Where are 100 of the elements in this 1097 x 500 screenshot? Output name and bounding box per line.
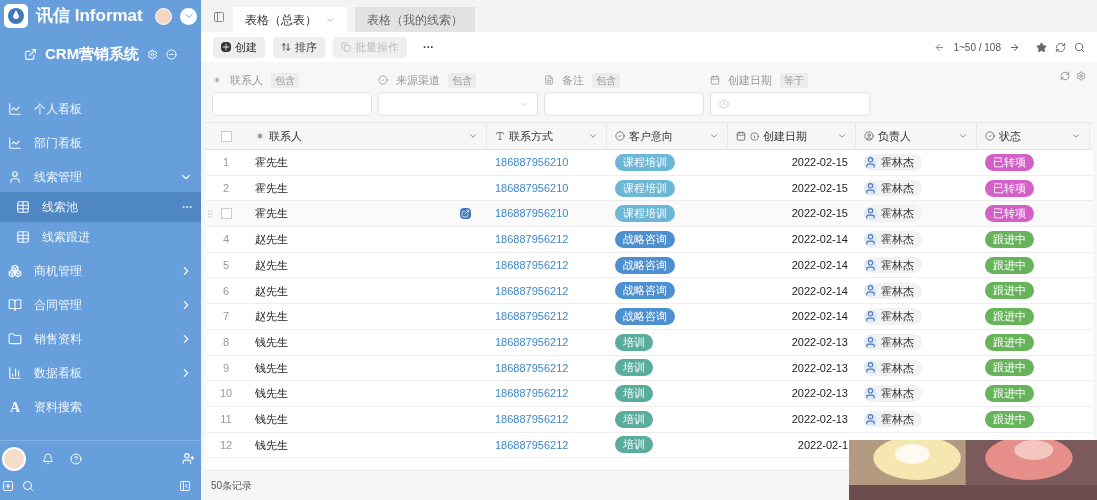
column-header[interactable]: 客户意向 bbox=[607, 123, 728, 149]
phone-link[interactable]: 186887956212 bbox=[495, 308, 569, 325]
phone-link[interactable]: 186887956212 bbox=[495, 282, 569, 300]
operator-tag[interactable]: 等于 bbox=[780, 72, 808, 88]
operator-tag[interactable]: 包含 bbox=[592, 72, 620, 88]
caret-icon[interactable] bbox=[1071, 131, 1081, 141]
phone-link[interactable]: 186887956210 bbox=[495, 205, 569, 222]
book-icon bbox=[8, 298, 22, 312]
input-field[interactable] bbox=[544, 92, 704, 116]
user-chip: 霍林杰 bbox=[864, 231, 922, 248]
sidebar-item[interactable]: 合同管理 bbox=[0, 290, 201, 320]
tag: 培训 bbox=[615, 333, 653, 351]
table-cell-text: 赵先生 bbox=[255, 232, 288, 248]
row-checkbox[interactable] bbox=[220, 208, 232, 220]
user-chip: 霍林杰 bbox=[864, 154, 922, 171]
column-header[interactable]: 创建日期 bbox=[728, 123, 856, 149]
person-icon bbox=[864, 412, 877, 426]
caret-icon[interactable] bbox=[709, 131, 719, 141]
star-icon[interactable] bbox=[1036, 41, 1047, 53]
row-number: 8 bbox=[222, 334, 230, 350]
phone-link[interactable]: 186887956210 bbox=[495, 154, 569, 171]
settings-icon[interactable] bbox=[1076, 71, 1086, 81]
bell-icon[interactable] bbox=[42, 452, 54, 465]
search-icon[interactable] bbox=[1074, 41, 1085, 53]
phone-link[interactable]: 186887956210 bbox=[495, 179, 569, 197]
sidebar-item[interactable]: 销售资料 bbox=[0, 324, 201, 354]
tag: 跟进中 bbox=[985, 359, 1034, 377]
filter-label: 来源渠道 bbox=[396, 72, 440, 88]
refresh-icon[interactable] bbox=[1055, 41, 1066, 53]
info-icon bbox=[750, 131, 759, 141]
caret-icon[interactable] bbox=[588, 131, 598, 141]
sidebar-item[interactable]: 线索跟进 bbox=[0, 222, 201, 252]
phone-link[interactable]: 186887956212 bbox=[495, 333, 569, 351]
table-cell-text: 霍先生 bbox=[255, 155, 288, 171]
filter-label: 创建日期 bbox=[728, 72, 772, 88]
phone-link[interactable]: 186887956212 bbox=[495, 385, 569, 402]
download-icon[interactable] bbox=[180, 7, 197, 25]
column-header[interactable]: 联系方式 bbox=[487, 123, 607, 149]
more-button[interactable]: ··· bbox=[415, 38, 442, 56]
sidebar-item[interactable]: 部门看板 bbox=[0, 128, 201, 158]
tag: 已转项 bbox=[985, 179, 1034, 197]
user-chip: 霍林杰 bbox=[864, 385, 922, 402]
reset-icon[interactable] bbox=[1060, 71, 1070, 81]
row-number: 9 bbox=[222, 360, 230, 376]
toolbar-button[interactable]: 创建 bbox=[213, 36, 265, 58]
sidebar-label: 销售资料 bbox=[34, 331, 83, 348]
panel-icon[interactable] bbox=[213, 11, 225, 23]
collapse-icon[interactable] bbox=[166, 48, 178, 60]
sidebar-label: 合同管理 bbox=[34, 297, 83, 314]
sidebar-item[interactable]: 线索池 bbox=[0, 192, 201, 222]
phone-link[interactable]: 186887956212 bbox=[495, 256, 569, 274]
drag-handle-icon[interactable] bbox=[205, 208, 215, 219]
person-icon bbox=[864, 335, 877, 349]
select-all-checkbox[interactable] bbox=[220, 130, 232, 142]
search-icon[interactable] bbox=[22, 480, 34, 492]
table-cell-text: 2022-02-15 bbox=[791, 206, 848, 222]
next-page-icon[interactable] bbox=[1009, 41, 1020, 53]
sidebar-toggle-icon[interactable] bbox=[179, 480, 191, 492]
phone-link[interactable]: 186887956212 bbox=[495, 231, 569, 248]
view-tab[interactable]: 表格（我的线索） bbox=[355, 7, 475, 32]
person-icon bbox=[864, 232, 877, 246]
row-number: 11 bbox=[220, 411, 232, 427]
sidebar-item[interactable]: 个人看板 bbox=[0, 94, 201, 124]
user-chip: 霍林杰 bbox=[864, 359, 922, 377]
row-number: 10 bbox=[219, 386, 233, 402]
input-field[interactable] bbox=[212, 92, 372, 116]
column-header[interactable]: 联系人 bbox=[247, 123, 487, 149]
phone-link[interactable]: 186887956212 bbox=[495, 359, 569, 377]
table-icon bbox=[16, 200, 30, 214]
operator-tag[interactable]: 包含 bbox=[448, 72, 476, 88]
operator-tag[interactable]: 包含 bbox=[271, 72, 299, 88]
person-icon bbox=[864, 309, 877, 323]
tag: 培训 bbox=[615, 410, 653, 428]
tag: 跟进中 bbox=[985, 282, 1034, 300]
caret-icon[interactable] bbox=[837, 131, 847, 141]
view-tab[interactable]: 表格（总表） bbox=[233, 7, 347, 32]
toolbar-button[interactable]: 排序 bbox=[273, 36, 325, 58]
select-field[interactable] bbox=[378, 92, 538, 116]
sidebar-item[interactable]: 线索管理 bbox=[0, 162, 201, 192]
table-cell-text: 2022-02-14 bbox=[791, 309, 848, 325]
user-chip: 霍林杰 bbox=[864, 333, 922, 351]
add-icon[interactable] bbox=[2, 480, 14, 492]
help-icon[interactable] bbox=[70, 452, 82, 465]
date-field[interactable] bbox=[710, 92, 870, 116]
avatar-icon[interactable] bbox=[155, 7, 172, 25]
sidebar-item[interactable]: 商机管理 bbox=[0, 256, 201, 286]
tag: 战略咨询 bbox=[615, 230, 675, 248]
caret-icon[interactable] bbox=[958, 131, 968, 141]
user-avatar[interactable] bbox=[2, 446, 26, 471]
previous-page-icon[interactable] bbox=[934, 41, 946, 53]
expand-icon[interactable] bbox=[460, 208, 471, 220]
sidebar-item[interactable]: A 资料搜索 bbox=[0, 392, 201, 422]
sidebar-item[interactable]: 数据看板 bbox=[0, 358, 201, 388]
column-header[interactable]: 负责人 bbox=[856, 123, 977, 149]
phone-link[interactable]: 186887956212 bbox=[495, 436, 569, 454]
column-header[interactable]: 状态 bbox=[977, 123, 1090, 149]
person-icon bbox=[864, 258, 877, 272]
add-user-icon[interactable] bbox=[182, 452, 195, 465]
phone-link[interactable]: 186887956212 bbox=[495, 410, 569, 428]
caret-icon[interactable] bbox=[468, 131, 478, 141]
